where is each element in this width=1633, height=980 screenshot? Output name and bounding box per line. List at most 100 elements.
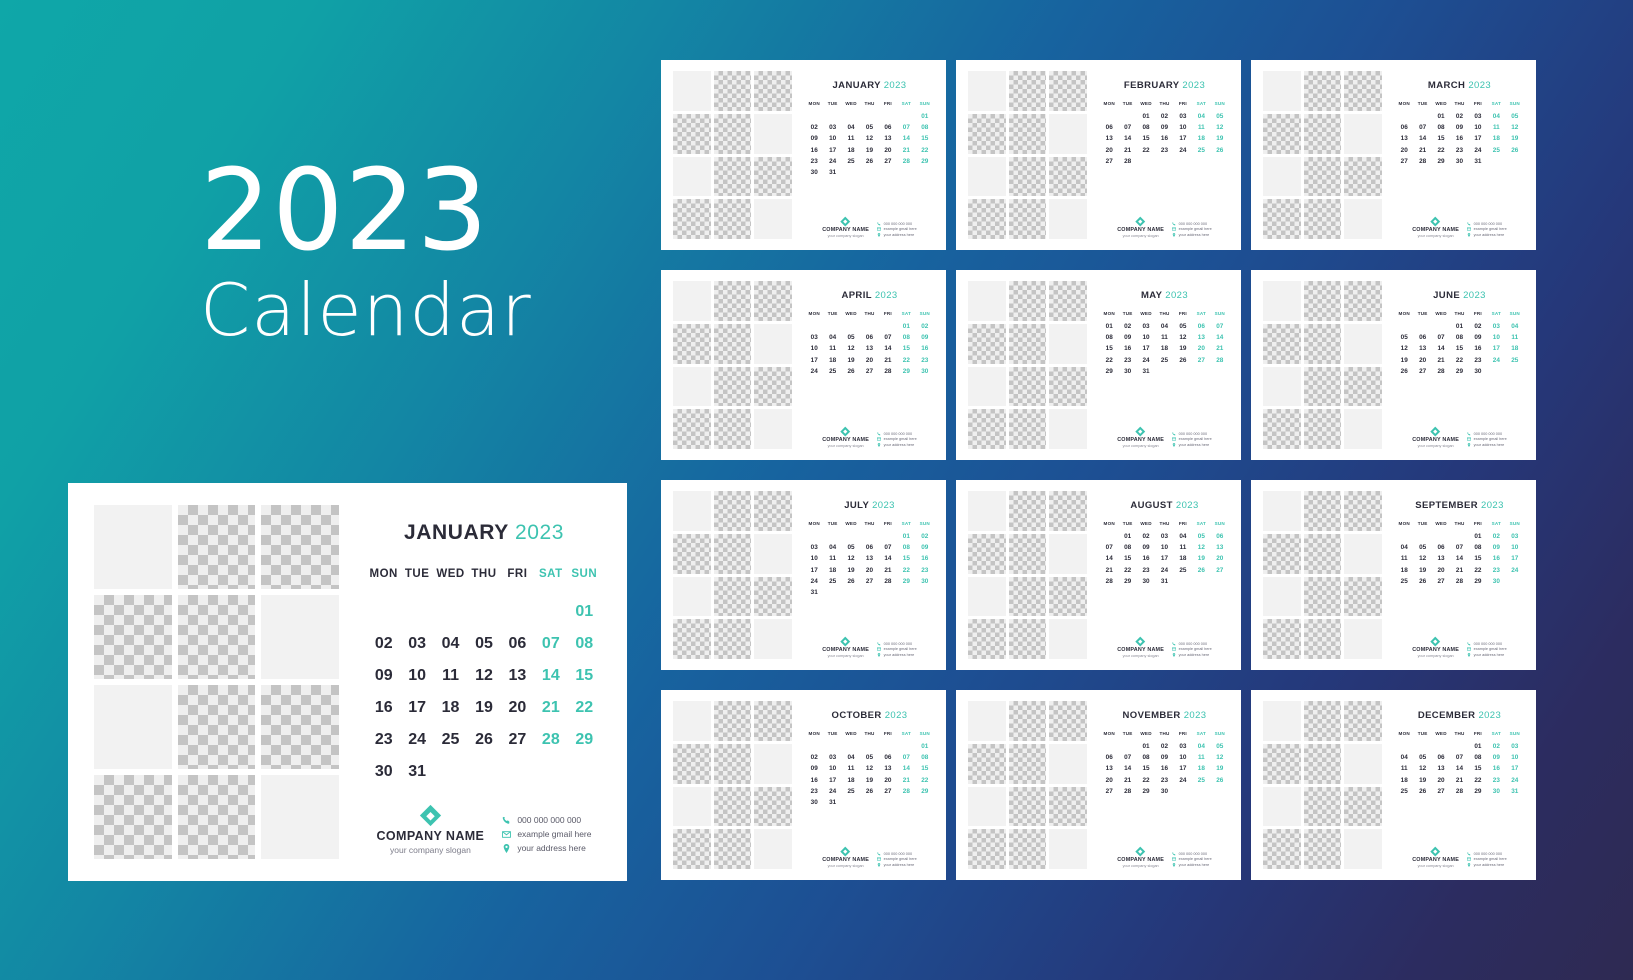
photo-placeholder-cell[interactable] — [1263, 323, 1301, 364]
photo-placeholder-cell[interactable] — [1049, 491, 1087, 531]
calendar-day-cell[interactable]: 29 — [1118, 576, 1136, 587]
calendar-day-cell[interactable]: 11 — [1174, 542, 1192, 553]
calendar-day-cell[interactable]: 10 — [805, 343, 823, 354]
calendar-day-cell[interactable]: 24 — [1174, 775, 1192, 786]
calendar-day-cell[interactable]: 05 — [1395, 332, 1413, 343]
calendar-day-cell[interactable]: 17 — [1174, 763, 1192, 774]
calendar-day-cell[interactable]: 28 — [1432, 366, 1450, 377]
calendar-day-cell[interactable]: 04 — [823, 332, 841, 343]
calendar-day-cell[interactable]: 04 — [1155, 321, 1173, 332]
calendar-day-cell[interactable]: 29 — [1469, 786, 1487, 797]
calendar-day-cell[interactable]: 04 — [1395, 542, 1413, 553]
calendar-day-cell[interactable]: 14 — [879, 553, 897, 564]
photo-placeholder-cell[interactable] — [94, 685, 172, 769]
calendar-day-cell[interactable]: 13 — [1211, 542, 1229, 553]
calendar-day-cell[interactable]: 05 — [1506, 111, 1524, 122]
photo-placeholder-cell[interactable] — [673, 71, 711, 111]
calendar-day-cell[interactable]: 14 — [1118, 133, 1136, 144]
calendar-day-cell[interactable]: 27 — [1413, 366, 1431, 377]
photo-placeholder-cell[interactable] — [673, 743, 711, 784]
calendar-day-cell[interactable]: 29 — [1137, 786, 1155, 797]
photo-placeholder-cell[interactable] — [1049, 156, 1087, 197]
calendar-day-cell[interactable]: 26 — [860, 786, 878, 797]
calendar-day-cell[interactable]: 31 — [823, 797, 841, 808]
calendar-day-cell[interactable]: 13 — [1432, 553, 1450, 564]
calendar-day-cell[interactable]: 28 — [1450, 576, 1468, 587]
calendar-day-cell[interactable]: 17 — [805, 565, 823, 576]
calendar-day-cell[interactable]: 01 — [568, 596, 601, 628]
calendar-day-cell[interactable]: 28 — [1118, 786, 1136, 797]
calendar-day-cell[interactable]: 08 — [1469, 752, 1487, 763]
calendar-day-cell[interactable]: 17 — [1469, 133, 1487, 144]
photo-placeholder-cell[interactable] — [754, 156, 792, 197]
calendar-day-cell[interactable]: 03 — [823, 122, 841, 133]
calendar-day-cell[interactable]: 11 — [1192, 122, 1210, 133]
photo-placeholder-cell[interactable] — [177, 685, 256, 769]
photo-placeholder-cell[interactable] — [1263, 156, 1301, 197]
photo-placeholder-cell[interactable] — [713, 576, 752, 617]
calendar-day-cell[interactable]: 22 — [1137, 775, 1155, 786]
calendar-day-cell[interactable]: 10 — [805, 553, 823, 564]
photo-placeholder-cell[interactable] — [673, 323, 711, 364]
calendar-day-cell[interactable]: 20 — [860, 565, 878, 576]
calendar-day-cell[interactable]: 14 — [1450, 763, 1468, 774]
calendar-table[interactable]: MON TUE WED THU FRI SAT SUN 01 02 03 04 05 06 07 08 09 1… — [1100, 310, 1229, 377]
photo-placeholder-cell[interactable] — [1049, 323, 1087, 364]
calendar-day-cell[interactable]: 02 — [805, 752, 823, 763]
photo-placeholder-cell[interactable] — [673, 533, 711, 574]
photo-placeholder-cell[interactable] — [1303, 701, 1342, 741]
calendar-day-cell[interactable]: 15 — [897, 553, 915, 564]
calendar-day-cell[interactable]: 21 — [1432, 355, 1450, 366]
photo-placeholder-cell[interactable] — [1049, 576, 1087, 617]
calendar-day-cell[interactable]: 08 — [568, 628, 601, 660]
calendar-day-cell[interactable]: 12 — [1192, 542, 1210, 553]
calendar-day-cell[interactable]: 22 — [916, 775, 934, 786]
calendar-day-cell[interactable]: 30 — [1469, 366, 1487, 377]
photo-placeholder-cell[interactable] — [754, 491, 792, 531]
calendar-day-cell[interactable]: 24 — [1155, 565, 1173, 576]
calendar-day-cell[interactable]: 31 — [823, 167, 841, 178]
calendar-day-cell[interactable]: 27 — [1395, 156, 1413, 167]
photo-placeholder-cell[interactable] — [968, 619, 1006, 659]
calendar-day-cell[interactable]: 21 — [1211, 343, 1229, 354]
calendar-day-cell[interactable]: 28 — [1118, 156, 1136, 167]
photo-placeholder-cell[interactable] — [754, 619, 792, 659]
calendar-day-cell[interactable]: 07 — [1432, 332, 1450, 343]
photo-placeholder-cell[interactable] — [1008, 409, 1047, 449]
calendar-day-cell[interactable]: 31 — [1137, 366, 1155, 377]
photo-placeholder-cell[interactable] — [673, 829, 711, 869]
photo-placeholder-cell[interactable] — [1303, 199, 1342, 239]
calendar-day-cell[interactable]: 27 — [860, 366, 878, 377]
calendar-day-cell[interactable]: 15 — [1137, 133, 1155, 144]
calendar-day-cell[interactable]: 28 — [897, 786, 915, 797]
photo-placeholder-cell[interactable] — [1344, 323, 1382, 364]
calendar-day-cell[interactable]: 20 — [1192, 343, 1210, 354]
calendar-day-cell[interactable]: 12 — [842, 553, 860, 564]
calendar-day-cell[interactable]: 18 — [1395, 775, 1413, 786]
photo-placeholder-cell[interactable] — [1008, 743, 1047, 784]
calendar-day-cell[interactable]: 15 — [1469, 553, 1487, 564]
calendar-day-cell[interactable]: 29 — [1432, 156, 1450, 167]
photo-placeholder-cell[interactable] — [968, 281, 1006, 321]
calendar-day-cell[interactable]: 03 — [1469, 111, 1487, 122]
photo-placeholder-cell[interactable] — [1344, 113, 1382, 154]
photo-placeholder-cell[interactable] — [1263, 409, 1301, 449]
calendar-day-cell[interactable]: 29 — [897, 366, 915, 377]
calendar-day-cell[interactable]: 12 — [1506, 122, 1524, 133]
calendar-day-cell[interactable]: 09 — [805, 133, 823, 144]
calendar-day-cell[interactable]: 01 — [1469, 531, 1487, 542]
photo-placeholder-cell[interactable] — [754, 533, 792, 574]
calendar-day-cell[interactable]: 16 — [1487, 763, 1505, 774]
calendar-day-cell[interactable]: 18 — [1395, 565, 1413, 576]
calendar-day-cell[interactable]: 29 — [1100, 366, 1118, 377]
photo-placeholder-cell[interactable] — [673, 366, 711, 407]
calendar-day-cell[interactable]: 03 — [1174, 111, 1192, 122]
calendar-day-cell[interactable]: 07 — [1118, 122, 1136, 133]
calendar-day-cell[interactable]: 01 — [1118, 531, 1136, 542]
month-card-february[interactable]: FEBRUARY 2023 MON TUE WED THU FRI SAT SUN 01 02 03… — [956, 60, 1241, 250]
photo-placeholder-cell[interactable] — [713, 701, 752, 741]
calendar-day-cell[interactable]: 30 — [1155, 786, 1173, 797]
calendar-day-cell[interactable]: 06 — [1432, 542, 1450, 553]
calendar-day-cell[interactable]: 04 — [823, 542, 841, 553]
calendar-day-cell[interactable]: 01 — [1450, 321, 1468, 332]
